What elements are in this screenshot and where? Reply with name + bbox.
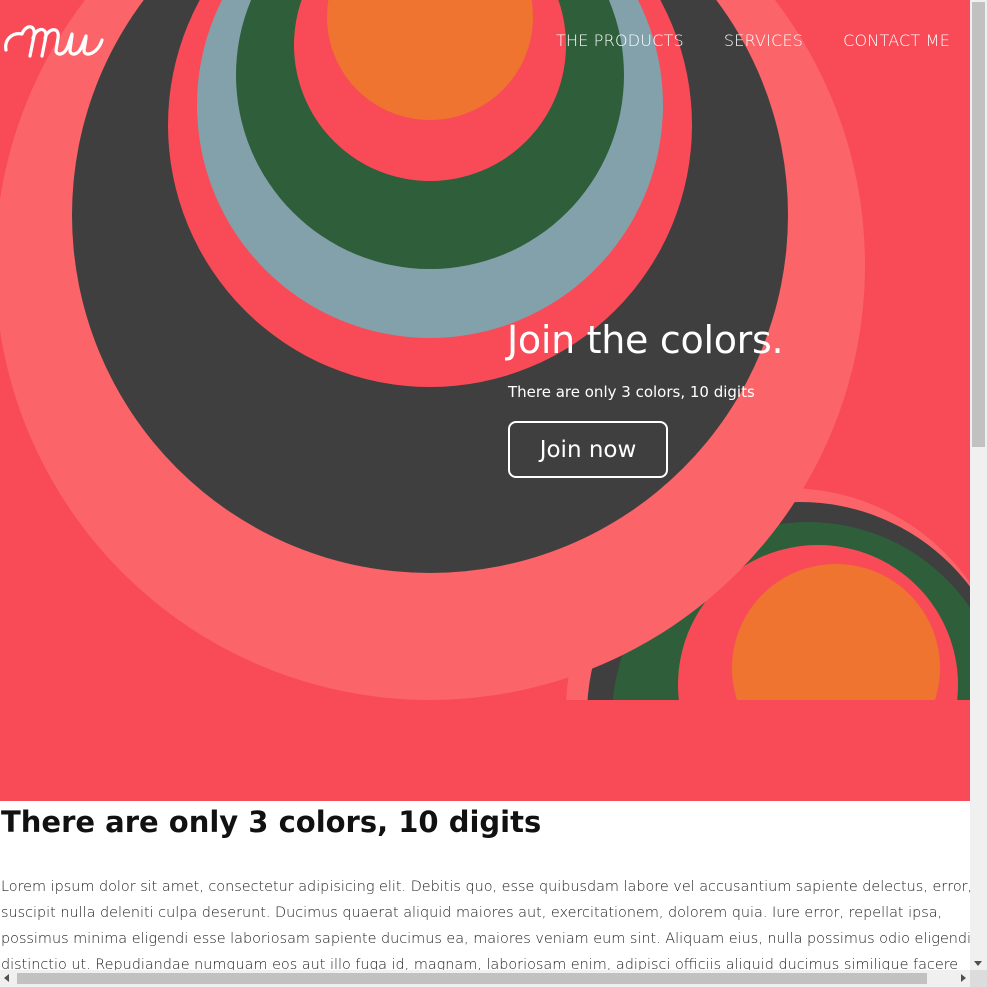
nav-item-the-products[interactable]: THE PRODUCTS bbox=[556, 31, 684, 50]
site-logo[interactable] bbox=[2, 14, 106, 64]
scroll-right-arrow-icon[interactable] bbox=[961, 974, 966, 982]
vertical-scrollbar-thumb[interactable] bbox=[972, 2, 985, 447]
hero-title: Join the colors. bbox=[507, 318, 784, 362]
scroll-left-arrow-icon[interactable] bbox=[4, 974, 9, 982]
join-now-button[interactable]: Join now bbox=[508, 421, 668, 478]
concentric-circles-artwork bbox=[0, 0, 970, 801]
section-paragraph: Lorem ipsum dolor sit amet, consectetur … bbox=[1, 879, 970, 970]
horizontal-scrollbar-thumb[interactable] bbox=[17, 973, 927, 984]
scrollbar-corner bbox=[970, 970, 987, 987]
nav-item-contact-me[interactable]: CONTACT ME bbox=[843, 31, 950, 50]
horizontal-scrollbar[interactable] bbox=[0, 970, 970, 987]
main-nav: THE PRODUCTS SERVICES CONTACT ME bbox=[556, 31, 950, 50]
section-heading: There are only 3 colors, 10 digits bbox=[1, 805, 542, 839]
nav-item-services[interactable]: SERVICES bbox=[724, 31, 803, 50]
script-mw-logo-icon bbox=[4, 25, 104, 58]
vertical-scrollbar[interactable] bbox=[970, 0, 987, 970]
hero-subtitle: There are only 3 colors, 10 digits bbox=[508, 383, 755, 401]
page-viewport: THE PRODUCTS SERVICES CONTACT ME Join th… bbox=[0, 0, 970, 970]
hero-section: THE PRODUCTS SERVICES CONTACT ME Join th… bbox=[0, 0, 970, 801]
scroll-down-arrow-icon[interactable] bbox=[974, 961, 982, 966]
